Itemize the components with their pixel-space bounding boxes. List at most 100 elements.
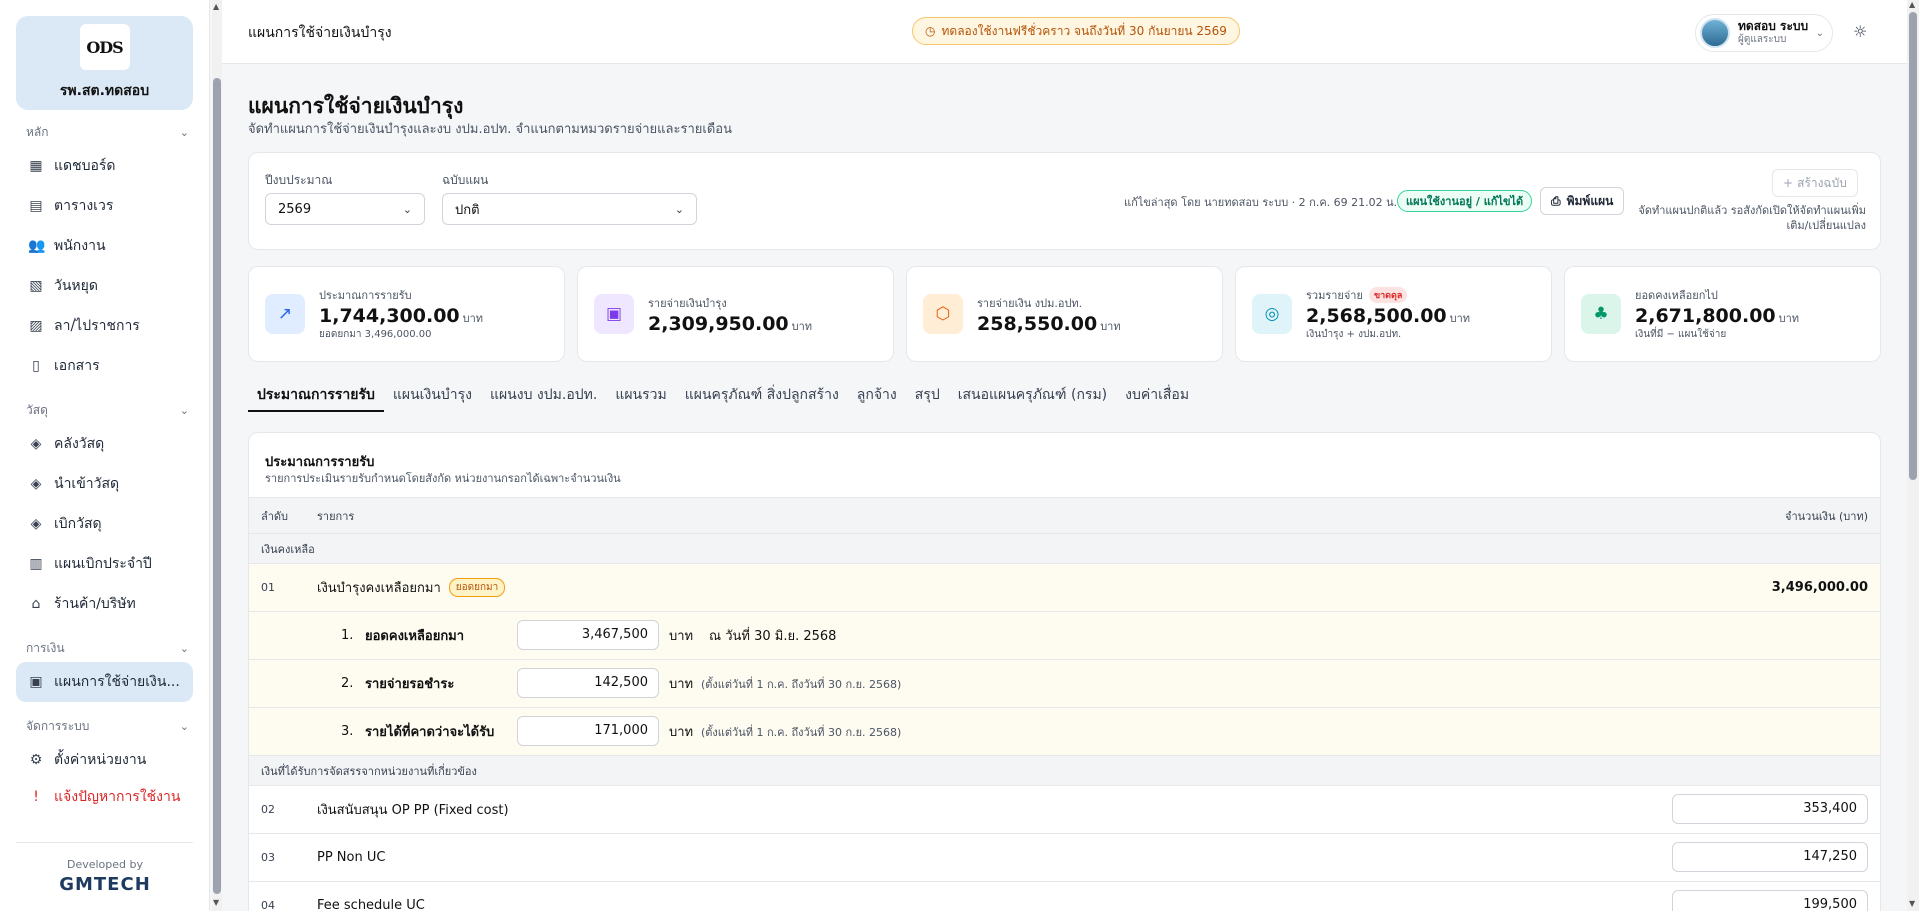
- sidebar-item-unit-settings[interactable]: ⚙ ตั้งค่าหน่วยงาน: [16, 740, 193, 780]
- amount-input[interactable]: 353,400: [1672, 794, 1868, 824]
- sidebar-item-label: ร้านค้า/บริษัท: [54, 596, 136, 612]
- sidebar-item-leave[interactable]: ▨ ลา/ไปราชการ: [16, 306, 193, 346]
- stat-unit: บาท: [462, 312, 484, 325]
- year-select[interactable]: 2569 ⌄: [265, 193, 425, 225]
- sidebar-item-annual-plan[interactable]: ▥ แผนเบิกประจำปี: [16, 544, 193, 584]
- group-header-balance: เงินคงเหลือ: [249, 533, 1880, 563]
- section-system-toggle[interactable]: จัดการระบบ ⌄: [0, 712, 209, 740]
- row-label: PP Non UC: [317, 850, 386, 865]
- scroll-down-arrow[interactable]: ▼: [1909, 899, 1915, 908]
- version-select-value: ปกติ: [455, 202, 480, 218]
- table-subtitle: รายการประเมินรายรับกำหนดโดยสังกัด หน่วยง…: [265, 472, 621, 485]
- box-icon: ⬡: [923, 294, 963, 334]
- version-select[interactable]: ปกติ ⌄: [442, 193, 697, 225]
- sun-icon[interactable]: ☼: [1853, 22, 1867, 41]
- sidebar-scrollbar-thumb[interactable]: [213, 78, 221, 894]
- org-brand[interactable]: ODS รพ.สต.ทดสอบ: [16, 16, 193, 110]
- developed-by-label: Developed by: [66, 858, 144, 871]
- store-icon: ⌂: [31, 596, 41, 612]
- group-header-allocations: เงินที่ได้รับการจัดสรรจากหน่วยงานที่เกี่…: [249, 755, 1880, 785]
- tab-summary[interactable]: สรุป: [906, 380, 949, 412]
- deficit-badge: ขาดดุล: [1368, 287, 1408, 303]
- chevron-down-icon: ⌄: [179, 125, 189, 139]
- sidebar-item-withdraw[interactable]: ◈ เบิกวัสดุ: [16, 504, 193, 544]
- subrow-unit: บาท: [669, 725, 694, 740]
- section-finance-label: การเงิน: [26, 640, 65, 655]
- sidebar-divider: [16, 842, 193, 843]
- tab-equipment-proposal[interactable]: เสนอแผนครุภัณฑ์ (กรม): [949, 380, 1116, 412]
- tab-maintenance-plan[interactable]: แผนเงินบำรุง: [384, 380, 481, 412]
- sidebar-item-holidays[interactable]: ▧ วันหยุด: [16, 266, 193, 306]
- subrow-label: รายจ่ายรอชำระ: [365, 677, 455, 692]
- tab-combined-plan[interactable]: แผนรวม: [606, 380, 675, 412]
- expected-income-input[interactable]: 171,000: [517, 716, 659, 746]
- section-supplies-toggle[interactable]: วัสดุ ⌄: [0, 396, 209, 424]
- main-scrollbar-thumb[interactable]: [1909, 12, 1917, 480]
- status-badge: แผนใช้งานอยู่ / แก้ไขได้: [1397, 190, 1533, 212]
- balance-forward-input[interactable]: 3,467,500: [517, 620, 659, 650]
- users-icon: 👥: [28, 238, 46, 254]
- pending-payment-input[interactable]: 142,500: [517, 668, 659, 698]
- org-name: รพ.สต.ทดสอบ: [59, 83, 150, 99]
- table-subrow: 3. รายได้ที่คาดว่าจะได้รับ 171,000 บาท (…: [249, 707, 1880, 755]
- stat-value: 2,671,800.00: [1635, 305, 1776, 327]
- tab-depreciation[interactable]: งบค่าเสื่อม: [1116, 380, 1198, 412]
- sidebar-item-label: เบิกวัสดุ: [54, 516, 102, 532]
- main-scrollbar[interactable]: ▲ ▼: [1907, 0, 1919, 911]
- sidebar-item-schedule[interactable]: ▤ ตารางเวร: [16, 186, 193, 226]
- plan-tabs: ประมาณการรายรับ แผนเงินบำรุง แผนงบ งปม.อ…: [248, 380, 1198, 412]
- amount-input[interactable]: 199,500: [1672, 890, 1868, 911]
- stat-unit: บาท: [791, 319, 813, 333]
- dashboard-icon: ▦: [29, 158, 43, 174]
- tab-local-budget-plan[interactable]: แผนงบ งปม.อปท.: [481, 380, 606, 412]
- clock-icon: ◷: [925, 24, 936, 38]
- tab-employees[interactable]: ลูกจ้าง: [848, 380, 906, 412]
- scroll-down-arrow[interactable]: ▼: [213, 898, 219, 907]
- sidebar-item-label: แดชบอร์ด: [54, 158, 116, 174]
- row-number: 04: [261, 899, 275, 911]
- print-plan-button[interactable]: ⎙ พิมพ์แผน: [1540, 187, 1625, 215]
- subrow-unit: บาท: [669, 677, 694, 692]
- row-number: 01: [261, 581, 275, 594]
- wallet-icon: ▣: [29, 674, 43, 690]
- header-page-title: แผนการใช้จ่ายเงินบำรุง: [248, 25, 392, 41]
- sidebar-item-label: แผนการใช้จ่ายเงิน...: [54, 674, 180, 690]
- carry-forward-badge: ยอดยกมา: [448, 578, 506, 597]
- wallet-icon: ▣: [594, 294, 634, 334]
- sidebar-item-documents[interactable]: ▯ เอกสาร: [16, 346, 193, 386]
- new-version-button[interactable]: + สร้างฉบับ: [1772, 169, 1858, 197]
- stat-value: 1,744,300.00: [319, 305, 460, 327]
- subrow-unit: บาท: [669, 629, 694, 644]
- stat-label: รายจ่ายเงินบำรุง: [648, 296, 727, 310]
- section-finance-toggle[interactable]: การเงิน ⌄: [0, 634, 209, 662]
- user-menu[interactable]: ทดสอบ ระบบ ผู้ดูแลระบบ ⌄: [1695, 14, 1833, 52]
- sidebar-item-vendors[interactable]: ⌂ ร้านค้า/บริษัท: [16, 584, 193, 624]
- developer-logo: GMTECH: [59, 874, 151, 895]
- period-note: (ตั้งแต่วันที่ 1 ก.ค. ถึงวันที่ 30 ก.ย. …: [701, 677, 902, 691]
- sidebar-item-spending-plan[interactable]: ▣ แผนการใช้จ่ายเงิน...: [16, 662, 193, 702]
- table-row: 03 PP Non UC 147,250: [249, 833, 1880, 881]
- coins-icon: ◎: [1252, 294, 1292, 334]
- tab-equipment-plan[interactable]: แผนครุภัณฑ์ สิ่งปลูกสร้าง: [676, 380, 848, 412]
- table-row: 02 เงินสนับสนุน OP PP (Fixed cost) 353,4…: [249, 785, 1880, 833]
- section-system-label: จัดการระบบ: [26, 718, 90, 733]
- chevron-down-icon: ⌄: [179, 403, 189, 417]
- subrow-label: รายได้ที่คาดว่าจะได้รับ: [365, 725, 495, 740]
- sidebar-item-dashboard[interactable]: ▦ แดชบอร์ด: [16, 146, 193, 186]
- trend-up-icon: ↗: [265, 294, 305, 334]
- section-main-toggle[interactable]: หลัก ⌄: [0, 118, 209, 146]
- amount-input[interactable]: 147,250: [1672, 842, 1868, 872]
- tab-income-estimate[interactable]: ประมาณการรายรับ: [248, 380, 384, 412]
- sidebar-scrollbar[interactable]: ▲ ▼: [212, 0, 222, 911]
- trial-notice: ◷ ทดลองใช้งานฟรีชั่วคราว จนถึงวันที่ 30 …: [912, 17, 1240, 45]
- sidebar-item-import[interactable]: ◈ นำเข้าวัสดุ: [16, 464, 193, 504]
- stat-card-total-expense: ◎ รวมรายจ่าย ขาดดุล 2,568,500.00 บาท เงินบ…: [1235, 266, 1552, 362]
- sidebar-item-warehouse[interactable]: ◈ คลังวัสดุ: [16, 424, 193, 464]
- clipboard-icon: ▥: [29, 556, 43, 572]
- scroll-up-arrow[interactable]: ▲: [1909, 0, 1915, 9]
- new-version-label: สร้างฉบับ: [1797, 175, 1847, 190]
- year-label: ปีงบประมาณ: [265, 173, 333, 187]
- scroll-up-arrow[interactable]: ▲: [213, 2, 219, 11]
- sidebar-item-staff[interactable]: 👥 พนักงาน: [16, 226, 193, 266]
- sidebar-item-report-issue[interactable]: ! แจ้งปัญหาการใช้งาน: [16, 780, 193, 814]
